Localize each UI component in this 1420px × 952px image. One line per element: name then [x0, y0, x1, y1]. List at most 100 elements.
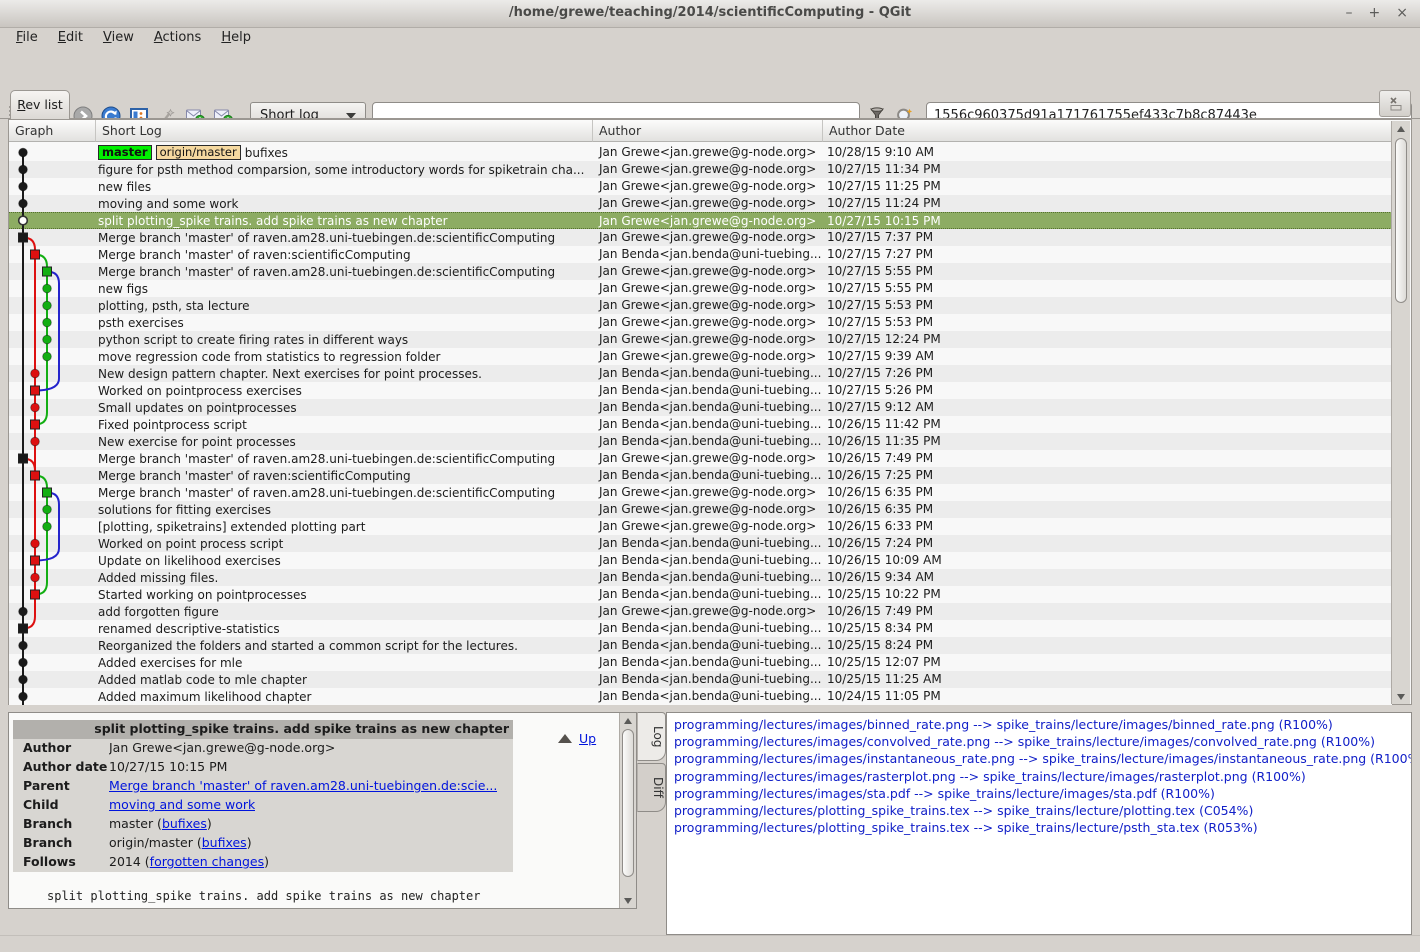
commit-row[interactable]: Merge branch 'master' of raven.am28.uni-… — [9, 450, 1392, 467]
commit-row[interactable]: Added missing files.Jan Benda<jan.benda@… — [9, 569, 1392, 586]
side-tab-diff[interactable]: Diff — [637, 763, 666, 812]
column-header-graph[interactable]: Graph — [9, 120, 96, 142]
maximize-button[interactable]: + — [1369, 0, 1381, 27]
commit-row[interactable]: Worked on pointprocess exercisesJan Bend… — [9, 382, 1392, 399]
title-bar[interactable]: /home/grewe/teaching/2014/scientificComp… — [0, 0, 1420, 28]
scroll-down-icon[interactable] — [1392, 689, 1410, 704]
commit-row[interactable]: moving and some workJan Grewe<jan.grewe@… — [9, 195, 1392, 212]
commit-row[interactable]: Update on likelihood exercisesJan Benda<… — [9, 552, 1392, 569]
commit-row[interactable]: Merge branch 'master' of raven:scientifi… — [9, 467, 1392, 484]
up-link[interactable]: Up — [579, 731, 596, 746]
author-cell: Jan Grewe<jan.grewe@g-node.org> — [593, 213, 823, 228]
short-log-cell: moving and some work — [96, 195, 593, 212]
short-log-cell: plotting, psth, sta lecture — [96, 297, 593, 314]
menu-bar: FileEditViewActionsHelp — [6, 27, 261, 50]
detail-link[interactable]: bufixes — [162, 816, 207, 831]
menu-view[interactable]: View — [93, 27, 144, 50]
menu-actions[interactable]: Actions — [144, 27, 212, 50]
commit-row[interactable]: Added maximum likelihood chapterJan Bend… — [9, 688, 1392, 705]
file-rename-entry[interactable]: programming/lectures/plotting_spike_trai… — [674, 802, 1411, 819]
commit-row[interactable]: Reorganized the folders and started a co… — [9, 637, 1392, 654]
author-date-cell: 10/26/15 11:42 PM — [823, 416, 1392, 433]
graph-cell — [9, 314, 96, 331]
details-scrollbar-thumb[interactable] — [622, 729, 634, 877]
details-scrollbar[interactable] — [619, 713, 636, 908]
author-date-cell: 10/27/15 5:53 PM — [823, 314, 1392, 331]
author-cell: Jan Grewe<jan.grewe@g-node.org> — [593, 263, 823, 280]
column-header-short-log[interactable]: Short Log — [96, 120, 593, 142]
commit-row[interactable]: Fixed pointprocess scriptJan Benda<jan.b… — [9, 416, 1392, 433]
side-tab-log[interactable]: Log — [637, 712, 666, 761]
graph-cell — [9, 246, 96, 263]
column-header-author[interactable]: Author — [593, 120, 823, 142]
commit-row[interactable]: Added exercises for mleJan Benda<jan.ben… — [9, 654, 1392, 671]
commit-row[interactable]: solutions for fitting exercisesJan Grewe… — [9, 501, 1392, 518]
detail-label: Follows — [13, 853, 109, 872]
commit-row[interactable]: Merge branch 'master' of raven.am28.uni-… — [9, 484, 1392, 501]
commit-row[interactable]: renamed descriptive-statisticsJan Benda<… — [9, 620, 1392, 637]
detail-row-branch: Branchorigin/master (bufixes) — [13, 834, 513, 853]
column-header-author-date[interactable]: Author Date — [823, 120, 1392, 142]
menu-edit[interactable]: Edit — [48, 27, 93, 50]
commit-row[interactable]: split plotting_spike trains. add spike t… — [9, 212, 1392, 229]
commit-row[interactable]: Small updates on pointprocessesJan Benda… — [9, 399, 1392, 416]
close-button[interactable]: × — [1396, 0, 1408, 27]
file-rename-entry[interactable]: programming/lectures/images/rasterplot.p… — [674, 768, 1411, 785]
scroll-down-icon[interactable] — [620, 893, 636, 908]
up-arrow-icon — [558, 734, 572, 743]
short-log-text: Added missing files. — [98, 570, 218, 586]
detail-link[interactable]: forgotten changes — [150, 854, 264, 869]
scroll-up-icon[interactable] — [620, 713, 636, 728]
commit-row[interactable]: Merge branch 'master' of raven.am28.uni-… — [9, 263, 1392, 280]
menu-help[interactable]: Help — [211, 27, 261, 50]
commit-row[interactable]: Added matlab code to mle chapterJan Bend… — [9, 671, 1392, 688]
commit-row[interactable]: New design pattern chapter. Next exercis… — [9, 365, 1392, 382]
detail-link[interactable]: Merge branch 'master' of raven.am28.uni-… — [109, 778, 497, 793]
scroll-up-icon[interactable] — [1392, 121, 1410, 136]
author-cell: Jan Benda<jan.benda@uni-tuebing... — [593, 365, 823, 382]
file-rename-entry[interactable]: programming/lectures/images/instantaneou… — [674, 750, 1411, 767]
file-rename-entry[interactable]: programming/lectures/plotting_spike_trai… — [674, 819, 1411, 836]
commit-row[interactable]: plotting, psth, sta lectureJan Grewe<jan… — [9, 297, 1392, 314]
file-rename-entry[interactable]: programming/lectures/images/sta.pdf --> … — [674, 785, 1411, 802]
commit-rows: masterorigin/masterbufixesJan Grewe<jan.… — [9, 144, 1392, 705]
commit-row[interactable]: Worked on point process scriptJan Benda<… — [9, 535, 1392, 552]
commit-row[interactable]: Started working on pointprocessesJan Ben… — [9, 586, 1392, 603]
file-rename-entry[interactable]: programming/lectures/images/convolved_ra… — [674, 733, 1411, 750]
short-log-text: Merge branch 'master' of raven.am28.uni-… — [98, 485, 555, 501]
minimize-button[interactable]: – — [1346, 0, 1353, 27]
author-cell: Jan Grewe<jan.grewe@g-node.org> — [593, 331, 823, 348]
detail-link[interactable]: moving and some work — [109, 797, 255, 812]
commit-row[interactable]: psth exercisesJan Grewe<jan.grewe@g-node… — [9, 314, 1392, 331]
file-rename-entry[interactable]: programming/lectures/images/binned_rate.… — [674, 716, 1411, 733]
table-scrollbar-thumb[interactable] — [1395, 138, 1407, 303]
tab-rev-list[interactable]: Rev list — [10, 90, 70, 119]
graph-cell — [9, 688, 96, 705]
author-date-cell: 10/26/15 6:35 PM — [823, 484, 1392, 501]
commit-row[interactable]: Merge branch 'master' of raven.am28.uni-… — [9, 229, 1392, 246]
table-scrollbar[interactable] — [1391, 121, 1410, 704]
graph-cell — [9, 382, 96, 399]
short-log-text: Added matlab code to mle chapter — [98, 672, 307, 688]
commit-row[interactable]: masterorigin/masterbufixesJan Grewe<jan.… — [9, 144, 1392, 161]
detail-link[interactable]: bufixes — [202, 835, 247, 850]
window-controls: – + × — [1346, 0, 1408, 27]
author-cell: Jan Benda<jan.benda@uni-tuebing... — [593, 586, 823, 603]
commit-row[interactable]: new figsJan Grewe<jan.grewe@g-node.org>1… — [9, 280, 1392, 297]
tab-tool-button[interactable] — [1379, 90, 1411, 117]
short-log-text: New design pattern chapter. Next exercis… — [98, 366, 482, 382]
commit-row[interactable]: python script to create firing rates in … — [9, 331, 1392, 348]
short-log-text: [plotting, spiketrains] extended plottin… — [98, 519, 365, 535]
commit-row[interactable]: Merge branch 'master' of raven:scientifi… — [9, 246, 1392, 263]
commit-info-rows: AuthorJan Grewe<jan.grewe@g-node.org>Aut… — [13, 739, 513, 872]
detail-row-author-date: Author date10/27/15 10:15 PM — [13, 758, 513, 777]
commit-row[interactable]: new filesJan Grewe<jan.grewe@g-node.org>… — [9, 178, 1392, 195]
commit-row[interactable]: New exercise for point processesJan Bend… — [9, 433, 1392, 450]
commit-row[interactable]: add forgotten figureJan Grewe<jan.grewe@… — [9, 603, 1392, 620]
commit-row[interactable]: move regression code from statistics to … — [9, 348, 1392, 365]
window-title: /home/grewe/teaching/2014/scientificComp… — [0, 0, 1420, 26]
commit-row[interactable]: figure for psth method comparsion, some … — [9, 161, 1392, 178]
commit-row[interactable]: [plotting, spiketrains] extended plottin… — [9, 518, 1392, 535]
menu-file[interactable]: File — [6, 27, 48, 50]
short-log-cell: Added maximum likelihood chapter — [96, 688, 593, 705]
